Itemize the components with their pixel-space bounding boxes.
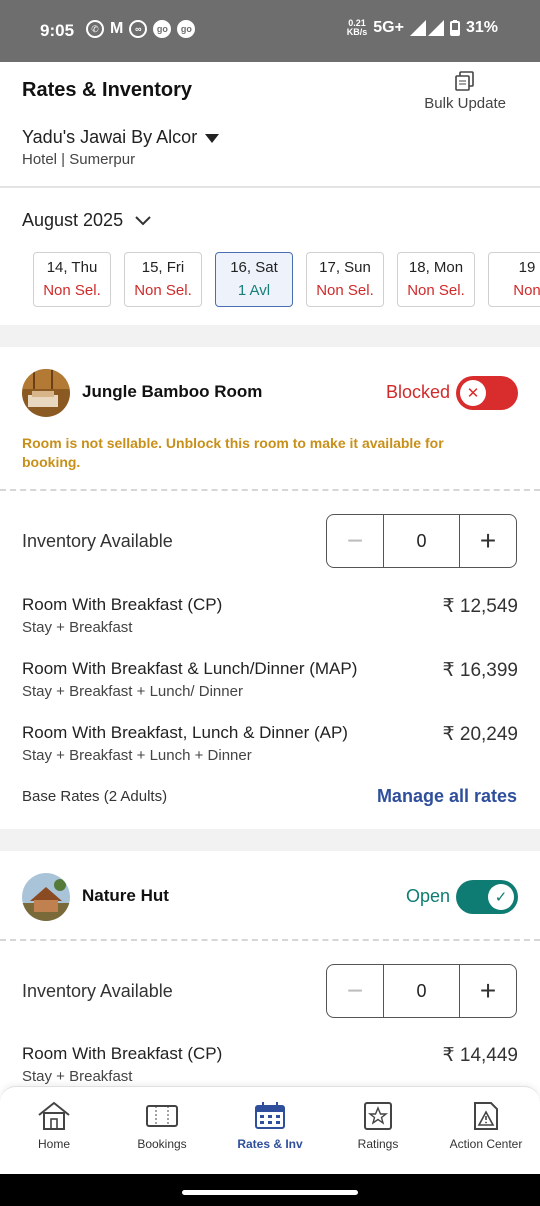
- bulk-update-label: Bulk Update: [424, 95, 506, 112]
- date-chip[interactable]: 18, Mon Non Sel.: [397, 252, 475, 307]
- notification-icons: ✆ M ∞ go go: [86, 20, 196, 38]
- rate-desc: Stay + Breakfast: [22, 1068, 133, 1085]
- nav-bookings[interactable]: Bookings: [108, 1087, 216, 1174]
- battery-level: 31%: [465, 19, 498, 36]
- system-nav-bar: [0, 1174, 540, 1206]
- inventory-label: Inventory Available: [22, 981, 173, 1001]
- date-chip[interactable]: 15, Fri Non Sel.: [124, 252, 202, 307]
- date-chip[interactable]: 17, Sun Non Sel.: [306, 252, 384, 307]
- copy-stack-icon: [455, 71, 474, 91]
- date-strip[interactable]: 14, Thu Non Sel. 15, Fri Non Sel. 16, Sat 1 A…: [33, 252, 540, 308]
- rate-plan[interactable]: Room With Breakfast (CP) Stay + Breakfas…: [22, 1044, 518, 1085]
- decrement-button[interactable]: −: [327, 515, 384, 567]
- status-bar: 9:05 ✆ M ∞ go go 0.21 KB/s 5G+ 31%: [0, 0, 540, 62]
- inventory-value[interactable]: 0: [384, 515, 459, 567]
- rate-plan[interactable]: Room With Breakfast (CP) Stay + Breakfas…: [22, 595, 518, 636]
- section-divider: [0, 829, 540, 851]
- nav-label: Bookings: [137, 1137, 187, 1151]
- date-chip[interactable]: 19 Non: [488, 252, 540, 307]
- room-thumbnail: [22, 369, 70, 417]
- nav-label: Rates & Inv: [237, 1137, 303, 1151]
- chevron-down-icon: [135, 215, 151, 225]
- month-label: August 2025: [22, 210, 124, 230]
- gmail-icon: M: [110, 20, 124, 37]
- room-status: Blocked: [385, 382, 450, 402]
- rate-plan[interactable]: Room With Breakfast, Lunch & Dinner (AP)…: [22, 723, 518, 764]
- caret-down-icon: [205, 133, 220, 143]
- alert-document-icon: [474, 1102, 498, 1130]
- rate-desc: Stay + Breakfast: [22, 619, 133, 636]
- home-gesture-pill[interactable]: [182, 1190, 358, 1195]
- hotel-name: Yadu's Jawai By Alcor: [22, 127, 198, 147]
- check-icon: ✓: [488, 884, 514, 910]
- inventory-stepper[interactable]: − 0 +: [326, 964, 517, 1018]
- nav-action-center[interactable]: Action Center: [432, 1087, 540, 1174]
- hotel-subtitle: Hotel | Sumerpur: [22, 151, 136, 168]
- app-icon: go: [153, 20, 172, 38]
- rate-desc: Stay + Breakfast + Lunch/ Dinner: [22, 683, 243, 700]
- rate-price: ₹ 12,549: [442, 596, 518, 617]
- status-time: 9:05: [40, 21, 75, 40]
- nav-ratings[interactable]: Ratings: [324, 1087, 432, 1174]
- inventory-label: Inventory Available: [22, 531, 173, 551]
- link-icon: ∞: [129, 20, 148, 38]
- date-chip[interactable]: 14, Thu Non Sel.: [33, 252, 111, 307]
- rate-price: ₹ 16,399: [442, 660, 518, 681]
- rate-price: ₹ 20,249: [442, 724, 518, 745]
- room-thumbnail: [22, 873, 70, 921]
- inventory-value[interactable]: 0: [384, 965, 459, 1017]
- rate-price: ₹ 14,449: [442, 1045, 518, 1066]
- battery-icon: [449, 20, 460, 36]
- nav-label: Ratings: [357, 1137, 399, 1151]
- nav-label: Home: [37, 1137, 70, 1151]
- section-divider: [0, 325, 540, 347]
- status-right: 0.21 KB/s 5G+ 31%: [347, 19, 498, 37]
- dashed-divider: [0, 489, 540, 491]
- rate-plan[interactable]: Room With Breakfast & Lunch/Dinner (MAP)…: [22, 659, 518, 700]
- whatsapp-icon: ✆: [86, 20, 104, 38]
- nav-home[interactable]: Home: [0, 1087, 108, 1174]
- home-icon: [38, 1101, 70, 1130]
- base-rates-label: Base Rates (2 Adults): [22, 788, 168, 805]
- room-name: Jungle Bamboo Room: [82, 382, 263, 401]
- room-status-toggle[interactable]: ✓: [456, 880, 518, 914]
- decrement-button[interactable]: −: [327, 965, 384, 1017]
- room-name: Nature Hut: [82, 886, 169, 905]
- dashed-divider: [0, 939, 540, 941]
- room-header: Jungle Bamboo Room Blocked ✕: [22, 369, 518, 419]
- bottom-navigation: Home Bookings Rates & Inv Ratings Action…: [0, 1086, 540, 1174]
- app-icon-2: go: [177, 20, 196, 38]
- signal-icon: [409, 20, 444, 36]
- increment-button[interactable]: +: [459, 515, 516, 567]
- network-speed: 0.21 KB/s: [346, 18, 368, 37]
- increment-button[interactable]: +: [459, 965, 516, 1017]
- close-icon: ✕: [460, 380, 486, 406]
- room-card: Nature Hut Open ✓ Inventory Available − …: [0, 851, 540, 1086]
- rate-desc: Stay + Breakfast + Lunch + Dinner: [22, 747, 252, 764]
- hotel-selector[interactable]: Yadu's Jawai By Alcor: [22, 127, 220, 148]
- date-chip-selected[interactable]: 16, Sat 1 Avl: [215, 252, 293, 307]
- page-header: Rates & Inventory Bulk Update Yadu's Jaw…: [0, 62, 540, 188]
- room-status: Open: [405, 886, 450, 906]
- room-status-toggle[interactable]: ✕: [456, 376, 518, 410]
- star-icon: [364, 1102, 392, 1130]
- nav-label: Action Center: [449, 1137, 523, 1151]
- page-title: Rates & Inventory: [22, 79, 193, 101]
- bulk-update-button[interactable]: Bulk Update: [424, 70, 506, 112]
- manage-all-rates-link[interactable]: Manage all rates: [377, 786, 517, 807]
- blocked-warning: Room is not sellable. Unblock this room …: [22, 435, 444, 470]
- calendar-icon: [255, 1102, 285, 1129]
- room-card: Jungle Bamboo Room Blocked ✕ Room is not…: [0, 347, 540, 829]
- ticket-icon: [146, 1105, 178, 1127]
- month-selector[interactable]: August 2025: [22, 210, 151, 231]
- nav-rates-inv[interactable]: Rates & Inv: [216, 1087, 324, 1174]
- network-type: 5G+: [373, 19, 404, 36]
- room-header: Nature Hut Open ✓: [22, 873, 518, 923]
- inventory-stepper[interactable]: − 0 +: [326, 514, 517, 568]
